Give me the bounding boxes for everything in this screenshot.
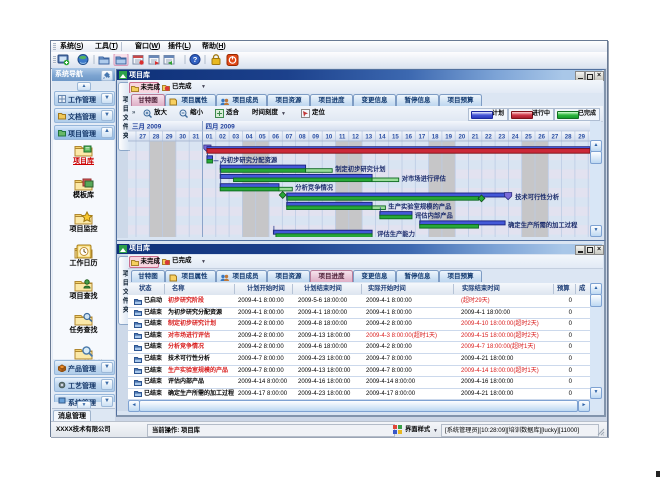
svg-text:22: 22 <box>485 133 492 140</box>
svg-text:12: 12 <box>352 133 359 140</box>
svg-text:09: 09 <box>312 133 319 140</box>
svg-text:生产实验室规模的产品: 生产实验室规模的产品 <box>388 201 451 210</box>
svg-text:01: 01 <box>206 133 213 140</box>
svg-text:13: 13 <box>365 133 372 140</box>
svg-text:确定生产所需的加工过程: 确定生产所需的加工过程 <box>508 219 578 228</box>
svg-text:03: 03 <box>232 133 239 140</box>
svg-text:24: 24 <box>512 133 519 140</box>
svg-text:20: 20 <box>459 133 466 140</box>
svg-text:四月 2009: 四月 2009 <box>206 122 236 130</box>
svg-text:27: 27 <box>552 133 559 140</box>
svg-text:04: 04 <box>246 133 253 140</box>
svg-text:08: 08 <box>299 133 306 140</box>
svg-text:25: 25 <box>525 133 532 140</box>
svg-text:30: 30 <box>179 133 186 140</box>
svg-text:28: 28 <box>565 133 572 140</box>
svg-text:技术可行性分析: 技术可行性分析 <box>515 192 560 201</box>
svg-text:31: 31 <box>193 133 200 140</box>
svg-text:评估生产能力: 评估生产能力 <box>377 229 415 237</box>
svg-text:11: 11 <box>339 133 346 140</box>
svg-text:16: 16 <box>405 133 412 140</box>
svg-text:19: 19 <box>445 133 452 140</box>
svg-text:27: 27 <box>139 133 146 140</box>
svg-text:26: 26 <box>538 133 545 140</box>
svg-text:28: 28 <box>153 133 160 140</box>
svg-text:10: 10 <box>326 133 333 140</box>
svg-text:29: 29 <box>578 133 585 140</box>
svg-text:三月 2009: 三月 2009 <box>132 122 162 130</box>
svg-text:分析竞争情况: 分析竞争情况 <box>295 182 333 191</box>
svg-text:17: 17 <box>419 133 426 140</box>
svg-text:对市场进行评估: 对市场进行评估 <box>402 173 447 182</box>
svg-text:06: 06 <box>272 133 279 140</box>
svg-text:制定初步研究计划: 制定初步研究计划 <box>335 164 385 173</box>
svg-text:14: 14 <box>379 133 386 140</box>
svg-text:23: 23 <box>498 133 505 140</box>
svg-text:29: 29 <box>166 133 173 140</box>
svg-text:21: 21 <box>472 133 479 140</box>
svg-text:15: 15 <box>392 133 399 140</box>
svg-text:05: 05 <box>259 133 266 140</box>
svg-text:07: 07 <box>286 133 293 140</box>
svg-text:02: 02 <box>219 133 226 140</box>
svg-text:?: ? <box>193 55 198 64</box>
svg-text:为初步研究分配资源: 为初步研究分配资源 <box>221 154 278 163</box>
svg-text:18: 18 <box>432 133 439 140</box>
svg-text:评估内部产品: 评估内部产品 <box>415 210 453 219</box>
